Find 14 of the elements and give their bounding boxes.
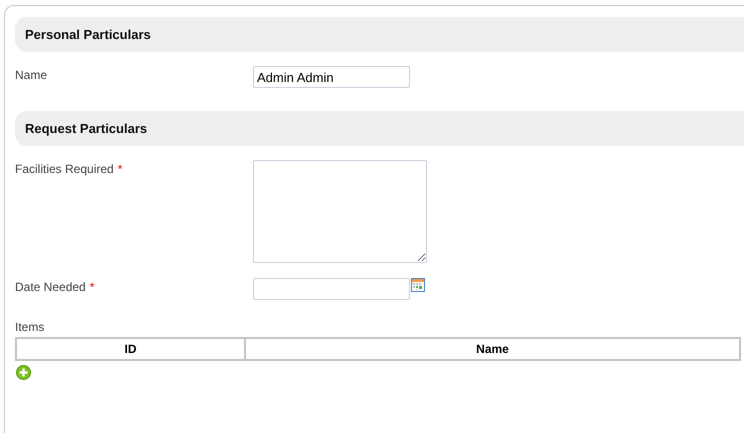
section-header: Personal Particulars <box>15 17 744 52</box>
field-label: Facilities Required <box>15 162 114 176</box>
field-label: Date Needed <box>15 280 86 294</box>
required-marker: * <box>90 280 94 294</box>
calendar-icon[interactable] <box>411 278 425 292</box>
add-icon[interactable] <box>16 365 31 380</box>
column-header: Name <box>245 338 740 360</box>
name-field[interactable]: Admin Admin <box>253 66 410 88</box>
date-field[interactable] <box>253 278 410 300</box>
section-header: Request Particulars <box>15 111 744 146</box>
required-marker: * <box>118 162 122 176</box>
field-label: Name <box>15 68 48 82</box>
column-header: ID <box>16 338 245 360</box>
items-label: Items <box>15 320 44 334</box>
